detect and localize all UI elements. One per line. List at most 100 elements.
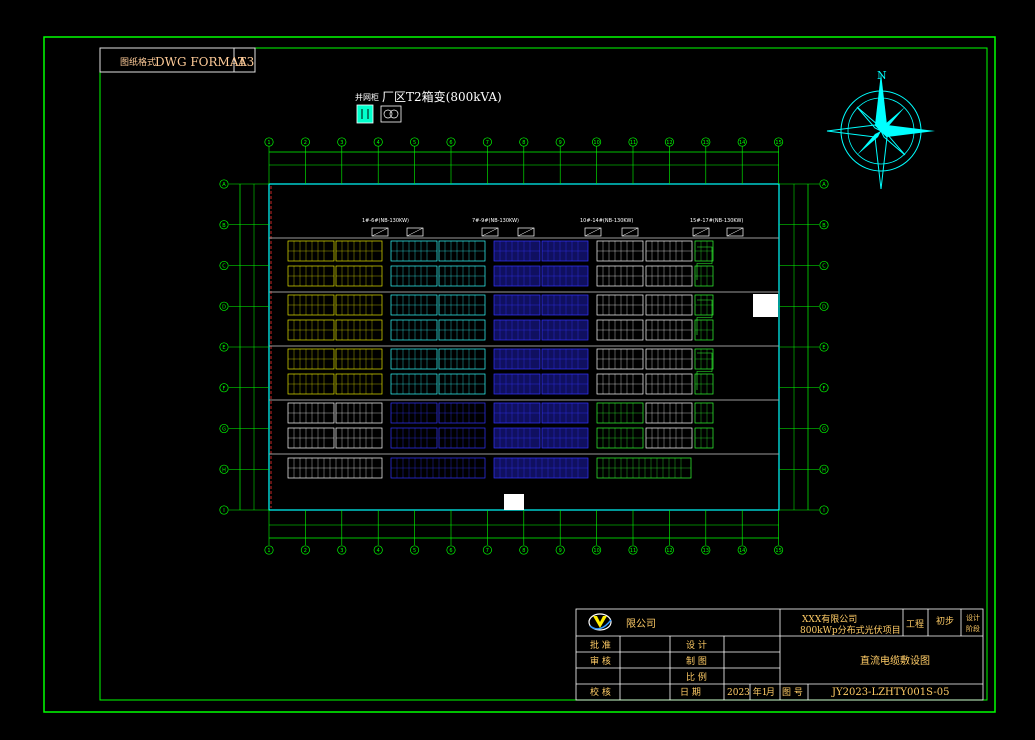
- pv-module-block: [645, 373, 693, 395]
- date-value: 2023 年1: [727, 686, 768, 698]
- grid-bubble: 6: [446, 545, 456, 555]
- inverter-label-4: 15#-17#(NB-130KW): [690, 218, 743, 224]
- pv-module-block: [694, 240, 714, 262]
- pv-module-block: [493, 373, 541, 395]
- grid-bubble-label: D: [822, 304, 826, 310]
- grid-bubble-label: 1: [267, 548, 270, 554]
- grid-bubble: 14: [737, 545, 747, 555]
- design-stage-label-2: 阶段: [966, 624, 980, 633]
- pv-module-block: [694, 402, 714, 424]
- grid-bubble-label: 15: [775, 548, 781, 554]
- grid-cabinet-icon: [356, 104, 374, 124]
- inverter-label-3: 10#-14#(NB-130KW): [580, 218, 633, 224]
- grid-bubble: H: [819, 464, 829, 474]
- format-size: A3: [237, 55, 254, 69]
- design-label: 设 计: [686, 639, 707, 651]
- grid-bubble-label: G: [222, 427, 226, 433]
- company-name: 限公司: [626, 618, 656, 630]
- grid-bubble-label: 15: [775, 140, 781, 146]
- grid-bubble: 15: [774, 137, 784, 147]
- grid-bubble: 10: [592, 545, 602, 555]
- pv-module-block: [390, 348, 438, 370]
- transformer-label: 厂区T2箱变(800kVA): [382, 89, 502, 104]
- grid-bubble-label: 12: [666, 548, 672, 554]
- string-cable: [696, 352, 713, 390]
- drawing-number: JY2023-LZHTY001S-05: [831, 687, 949, 698]
- pv-module-block: [541, 427, 589, 449]
- grid-bubble-label: F: [223, 386, 226, 392]
- pv-module-block: [287, 240, 335, 262]
- project-name: 800kWp分布式光伏项目: [800, 624, 901, 636]
- pv-module-block: [390, 402, 438, 424]
- grid-bubble-label: F: [823, 386, 826, 392]
- grid-bubble-label: C: [222, 264, 226, 270]
- grid-bubble-label: 12: [666, 140, 672, 146]
- pv-module-block: [438, 294, 486, 316]
- grid-bubble-label: H: [222, 467, 226, 473]
- pv-module-block: [596, 457, 692, 479]
- pv-module-block: [541, 294, 589, 316]
- pv-module-block: [694, 373, 714, 395]
- grid-bubble-label: 8: [522, 140, 525, 146]
- pv-module-block: [541, 265, 589, 287]
- pv-module-block: [287, 457, 383, 479]
- pv-module-block: [645, 427, 693, 449]
- pv-module-block: [438, 402, 486, 424]
- grid-bubble: I: [819, 505, 829, 515]
- pv-module-block: [335, 373, 383, 395]
- compass-north-label: N: [877, 69, 887, 82]
- pv-module-block: [335, 319, 383, 341]
- grid-bubble-label: 1: [267, 140, 270, 146]
- grid-bubble: B: [219, 220, 229, 230]
- grid-bubble-label: E: [222, 345, 225, 351]
- grid-bubble-label: 7: [486, 140, 489, 146]
- pv-module-block: [390, 265, 438, 287]
- pv-module-block: [596, 294, 644, 316]
- pv-module-block: [694, 294, 714, 316]
- grid-bubble: 13: [701, 545, 711, 555]
- grid-bubble: F: [819, 383, 829, 393]
- grid-bubble-label: 10: [593, 140, 599, 146]
- grid-bubble: 9: [555, 545, 565, 555]
- grid-bubble: 10: [592, 137, 602, 147]
- pv-module-block: [438, 348, 486, 370]
- draw-label: 制 图: [686, 655, 707, 667]
- inverter-icon: [406, 227, 424, 237]
- pv-module-block: [596, 319, 644, 341]
- grid-bubble: 4: [373, 545, 383, 555]
- grid-bubble-label: 14: [739, 140, 745, 146]
- grid-bubble: 8: [519, 137, 529, 147]
- inverter-label-1: 1#-6#(NB-130KW): [362, 218, 409, 224]
- pv-module-block: [541, 240, 589, 262]
- grid-bubble-label: H: [822, 467, 826, 473]
- pv-module-block: [596, 348, 644, 370]
- grid-bubble-label: 7: [486, 548, 489, 554]
- pv-module-block: [645, 319, 693, 341]
- grid-bubble-label: 11: [630, 548, 636, 554]
- grid-bubble: D: [819, 301, 829, 311]
- pv-module-block: [438, 265, 486, 287]
- grid-bubble: 7: [482, 545, 492, 555]
- grid-bubble: 14: [737, 137, 747, 147]
- grid-bubble-label: 4: [377, 548, 380, 554]
- grid-bubble-label: 9: [559, 140, 562, 146]
- grid-bubble-label: I: [223, 508, 224, 514]
- inverter-labels: 1#-6#(NB-130KW) 7#-9#(NB-130KW) 10#-14#(…: [362, 218, 743, 224]
- pv-module-block: [493, 402, 541, 424]
- pv-module-block: [596, 240, 644, 262]
- pv-module-block: [645, 240, 693, 262]
- grid-bubble: 8: [519, 545, 529, 555]
- grid-bubble: 11: [628, 137, 638, 147]
- pv-module-block: [390, 373, 438, 395]
- grid-bubble: 13: [701, 137, 711, 147]
- pv-module-block: [287, 294, 335, 316]
- grid-bubble: 5: [410, 137, 420, 147]
- inverter-icon: [692, 227, 710, 237]
- scale-label: 比 例: [686, 671, 707, 683]
- inverter-icon: [371, 227, 389, 237]
- inverter-icon: [584, 227, 602, 237]
- pv-module-block: [390, 319, 438, 341]
- grid-bubble-label: 4: [377, 140, 380, 146]
- grid-bubble-label: I: [823, 508, 824, 514]
- stage-value: 初步: [936, 615, 954, 627]
